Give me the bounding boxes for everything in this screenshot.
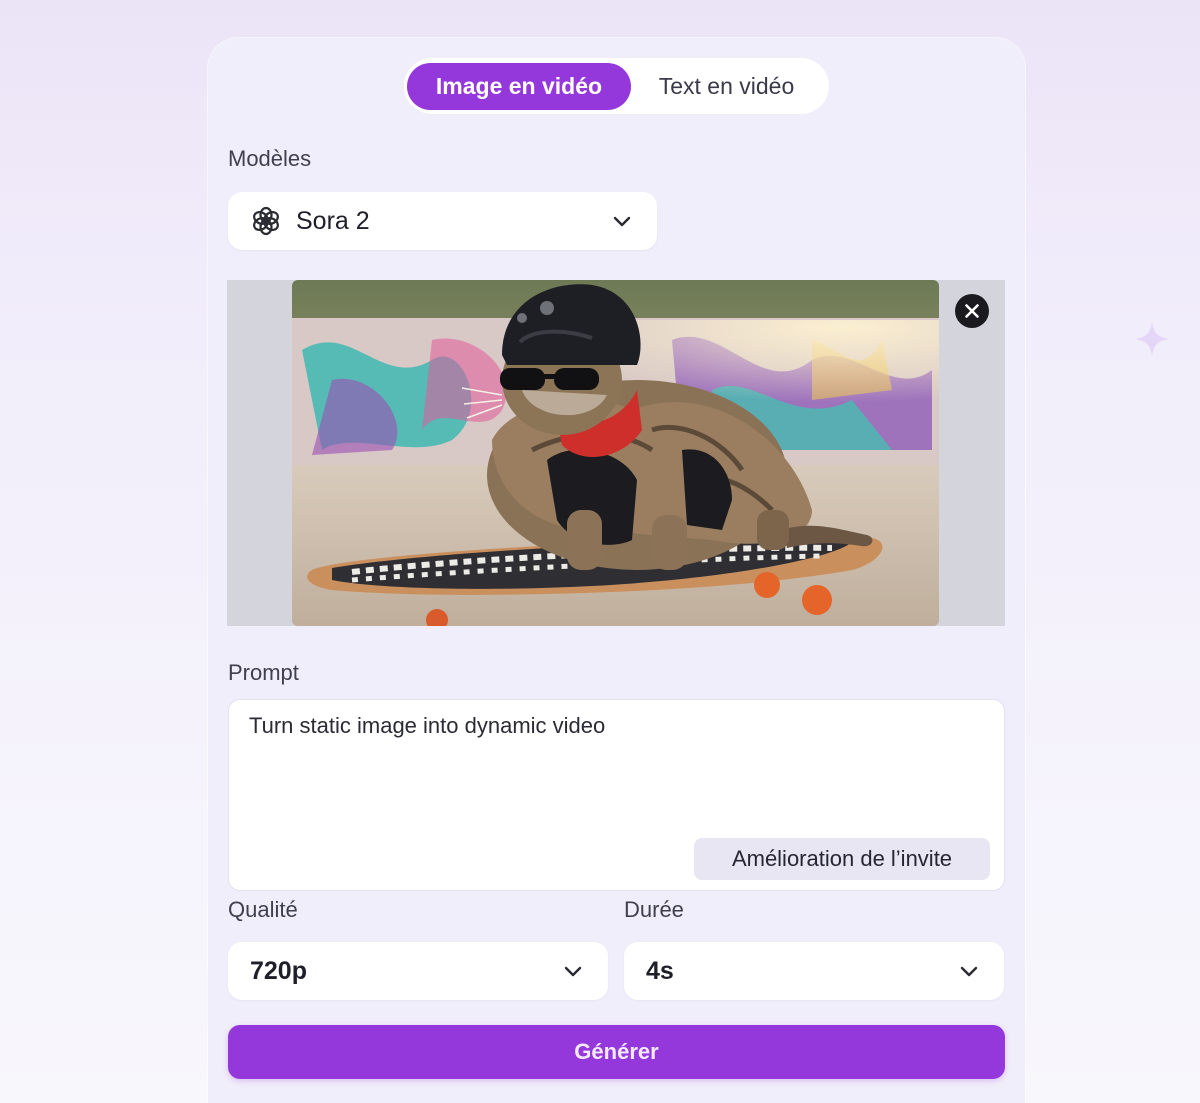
quality-select[interactable]: 720p: [228, 942, 608, 1000]
openai-logo-icon: [253, 206, 279, 236]
duration-select[interactable]: 4s: [624, 942, 1004, 1000]
prompt-textarea[interactable]: Turn static image into dynamic video Amé…: [228, 699, 1005, 891]
video-generator-panel: Image en vidéo Text en vidéo Modèles Sor…: [208, 38, 1025, 1103]
model-selected-value: Sora 2: [296, 206, 370, 235]
generate-button[interactable]: Générer: [228, 1025, 1005, 1079]
uploaded-image-preview: [292, 280, 939, 626]
sparkle-icon: [1134, 321, 1170, 357]
quality-selected-value: 720p: [250, 956, 307, 985]
chevron-down-icon: [564, 966, 582, 977]
chevron-down-icon: [613, 216, 631, 227]
chevron-down-icon: [960, 966, 978, 977]
duration-selected-value: 4s: [646, 956, 674, 985]
prompt-value: Turn static image into dynamic video: [249, 713, 606, 738]
image-upload-area[interactable]: [227, 280, 1005, 626]
tab-image-to-video[interactable]: Image en vidéo: [407, 63, 631, 110]
duration-label: Durée: [624, 897, 684, 922]
close-icon: [965, 304, 979, 318]
quality-label: Qualité: [228, 897, 298, 922]
mode-toggle: Image en vidéo Text en vidéo: [404, 58, 829, 114]
model-select[interactable]: Sora 2: [228, 192, 657, 250]
tab-text-to-video[interactable]: Text en vidéo: [633, 63, 820, 110]
remove-image-button[interactable]: [955, 294, 989, 328]
prompt-label: Prompt: [228, 660, 299, 685]
models-label: Modèles: [228, 146, 312, 171]
enhance-prompt-button[interactable]: Amélioration de l’invite: [694, 838, 990, 880]
